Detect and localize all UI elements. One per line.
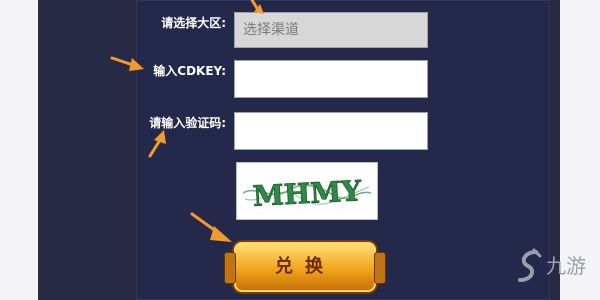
watermark-text: 九游 — [546, 254, 586, 278]
captcha-text: MHMY — [252, 174, 363, 213]
jiuyou-watermark: 九游 — [516, 244, 600, 288]
redeem-button[interactable]: 兑换 — [224, 242, 386, 292]
page-left-background — [0, 0, 38, 300]
annotation-arrow-icon — [148, 130, 166, 158]
cdkey-input[interactable] — [234, 60, 428, 98]
captcha-input[interactable] — [234, 112, 428, 150]
annotation-arrow-icon — [250, 0, 264, 14]
annotation-arrow-icon — [110, 56, 144, 71]
annotation-arrow-icon — [190, 212, 232, 242]
captcha-label: 请输入验证码: — [149, 116, 226, 130]
region-label: 请选择大区: — [161, 16, 226, 30]
jiuyou-logo-icon — [518, 248, 542, 282]
captcha-graphic: MHMY — [242, 174, 372, 213]
captcha-image[interactable]: MHMY — [236, 162, 378, 220]
